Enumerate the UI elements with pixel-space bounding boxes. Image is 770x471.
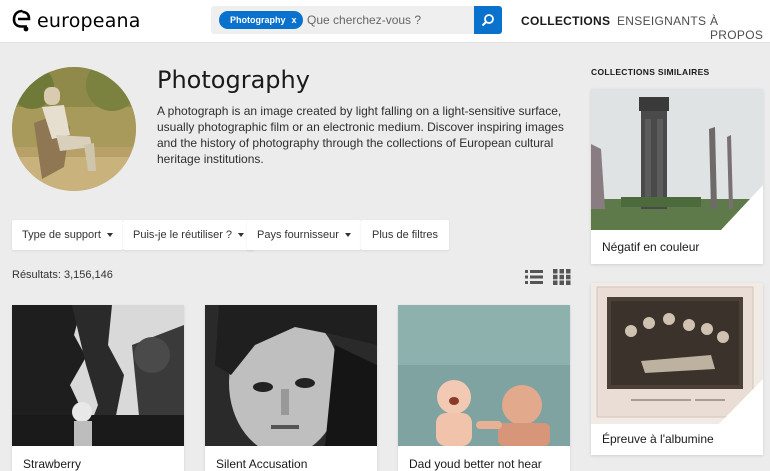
result-card[interactable]: Dad youd better not hear [398, 305, 570, 471]
search-icon [481, 14, 494, 27]
similar-collection-title: Négatif en couleur [602, 240, 700, 254]
chip-close-icon[interactable]: x [292, 15, 297, 25]
filter-label: Plus de filtres [372, 229, 439, 241]
search-input[interactable] [307, 6, 467, 34]
nav-enseignants[interactable]: ENSEIGNANTS [617, 14, 706, 28]
chip-label: Photography [230, 15, 286, 25]
similar-collection-card[interactable]: Épreuve à l'albumine [591, 283, 763, 455]
filter-type-de-support[interactable]: Type de support [12, 220, 123, 250]
caret-down-icon [344, 233, 351, 237]
collection-avatar [12, 67, 136, 191]
filter-reuse[interactable]: Puis-je le réutiliser ? [123, 220, 255, 250]
result-card-title: Silent Accusation [216, 457, 308, 471]
result-card-image [205, 305, 377, 446]
similar-collection-image [591, 89, 763, 230]
filter-label: Type de support [22, 229, 101, 241]
caret-down-icon [238, 233, 245, 237]
result-card[interactable]: Strawberry [12, 305, 184, 471]
result-card-title: Strawberry [23, 457, 82, 471]
more-filters-button[interactable]: Plus de filtres [361, 220, 450, 250]
filter-label: Pays fournisseur [257, 229, 339, 241]
nav-collections[interactable]: COLLECTIONS [521, 14, 610, 28]
result-card-image [398, 305, 570, 446]
search-bar: Photography x [211, 6, 474, 34]
similar-collection-image [591, 283, 763, 424]
europeana-logo[interactable]: europeana [12, 9, 141, 32]
search-button[interactable] [474, 6, 502, 34]
similar-collection-card[interactable]: Négatif en couleur [591, 89, 763, 264]
europeana-logo-icon [12, 9, 31, 32]
logo-text: europeana [37, 9, 141, 32]
grid-view-icon[interactable] [553, 269, 571, 285]
similar-collections-heading: COLLECTIONS SIMILAIRES [591, 67, 710, 77]
filter-label: Puis-je le réutiliser ? [133, 229, 233, 241]
result-card-title: Dad youd better not hear [409, 457, 542, 471]
top-header: europeana Photography x COLLECTIONS ENSE… [0, 0, 770, 43]
collection-avatar-image [12, 67, 136, 191]
filter-pays-fournisseur[interactable]: Pays fournisseur [247, 220, 361, 250]
results-count: Résultats: 3,156,146 [12, 269, 113, 281]
similar-collection-title: Épreuve à l'albumine [602, 432, 714, 446]
caret-down-icon [106, 233, 113, 237]
list-view-icon[interactable] [525, 269, 543, 285]
result-card[interactable]: Silent Accusation [205, 305, 377, 471]
page-title: Photography [157, 66, 310, 94]
search-filter-chip[interactable]: Photography x [219, 11, 303, 29]
nav-a-propos[interactable]: À PROPOS [710, 14, 770, 42]
collection-description: A photograph is an image created by ligh… [157, 104, 564, 166]
result-card-image [12, 305, 184, 446]
